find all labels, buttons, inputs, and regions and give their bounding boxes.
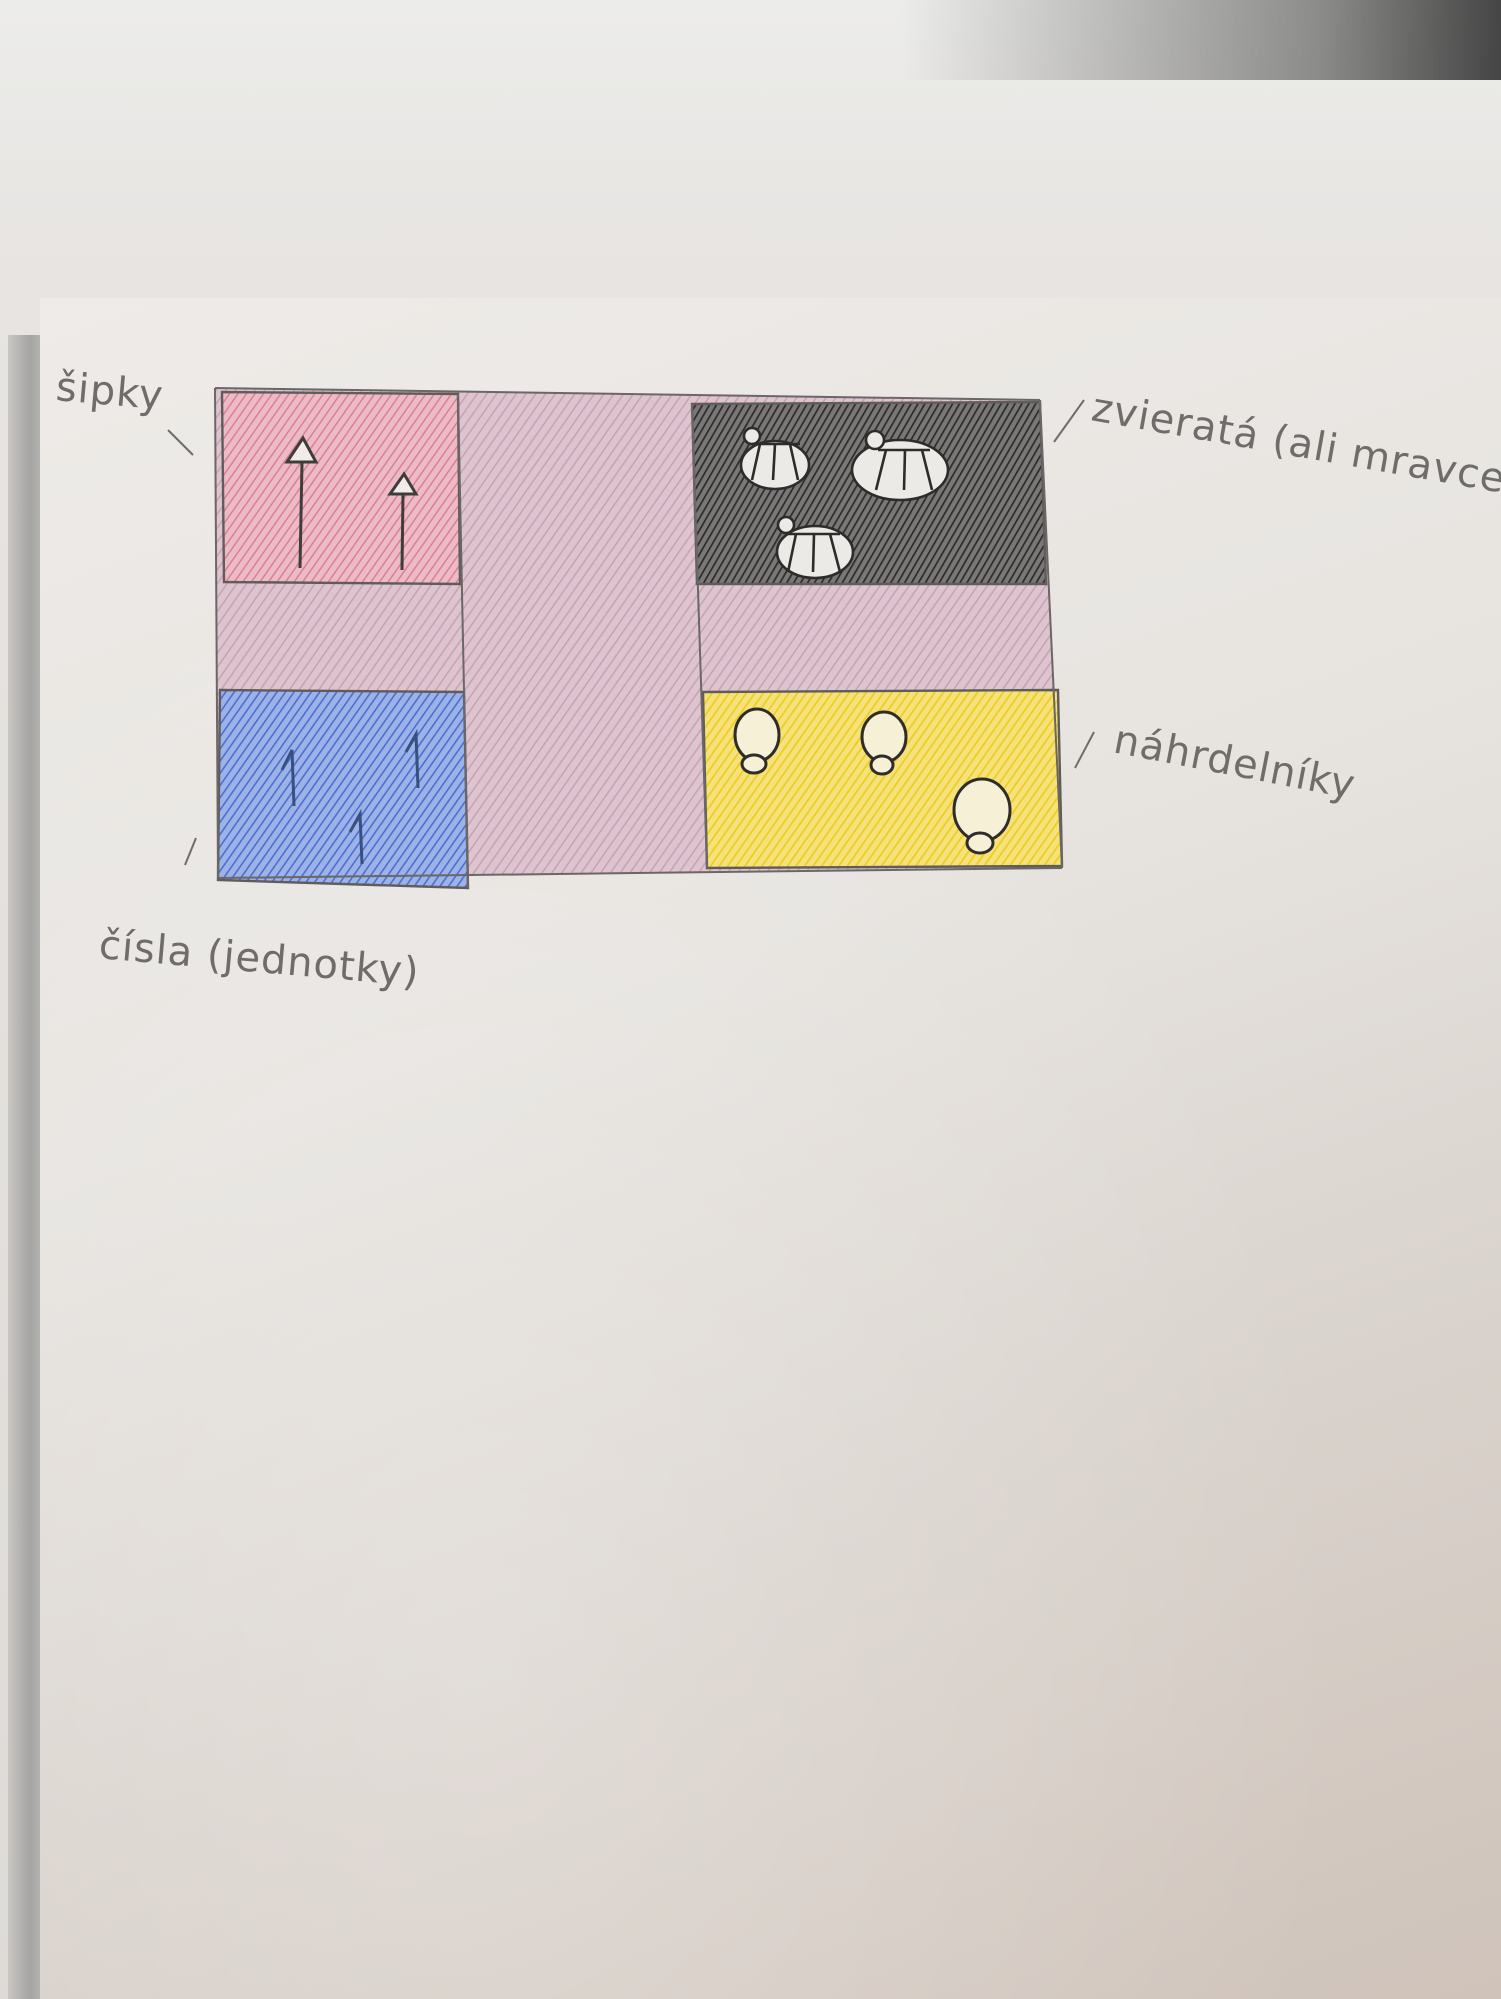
- flag-drawing: [214, 387, 1064, 890]
- svg-text:šipky: šipky: [54, 364, 165, 419]
- svg-text:zvieratá (ali mravce): zvieratá (ali mravce): [1088, 385, 1501, 506]
- black-panel: [690, 400, 1048, 586]
- yellow-panel: [701, 688, 1064, 870]
- svg-text:náhrdelníky: náhrdelníky: [1110, 717, 1359, 809]
- photo-scene: šipky zvieratá (ali mravce) náhrdelníky …: [0, 0, 1501, 1999]
- blue-panel: [216, 688, 470, 890]
- label-necklaces: náhrdelníky: [1074, 717, 1359, 809]
- sketch-drawing: šipky zvieratá (ali mravce) náhrdelníky …: [54, 364, 1501, 996]
- label-animals: zvieratá (ali mravce): [1053, 385, 1501, 506]
- red-panel: [220, 390, 462, 586]
- svg-text:čísla (jednotky): čísla (jednotky): [97, 922, 421, 996]
- label-arrows: šipky: [54, 364, 194, 456]
